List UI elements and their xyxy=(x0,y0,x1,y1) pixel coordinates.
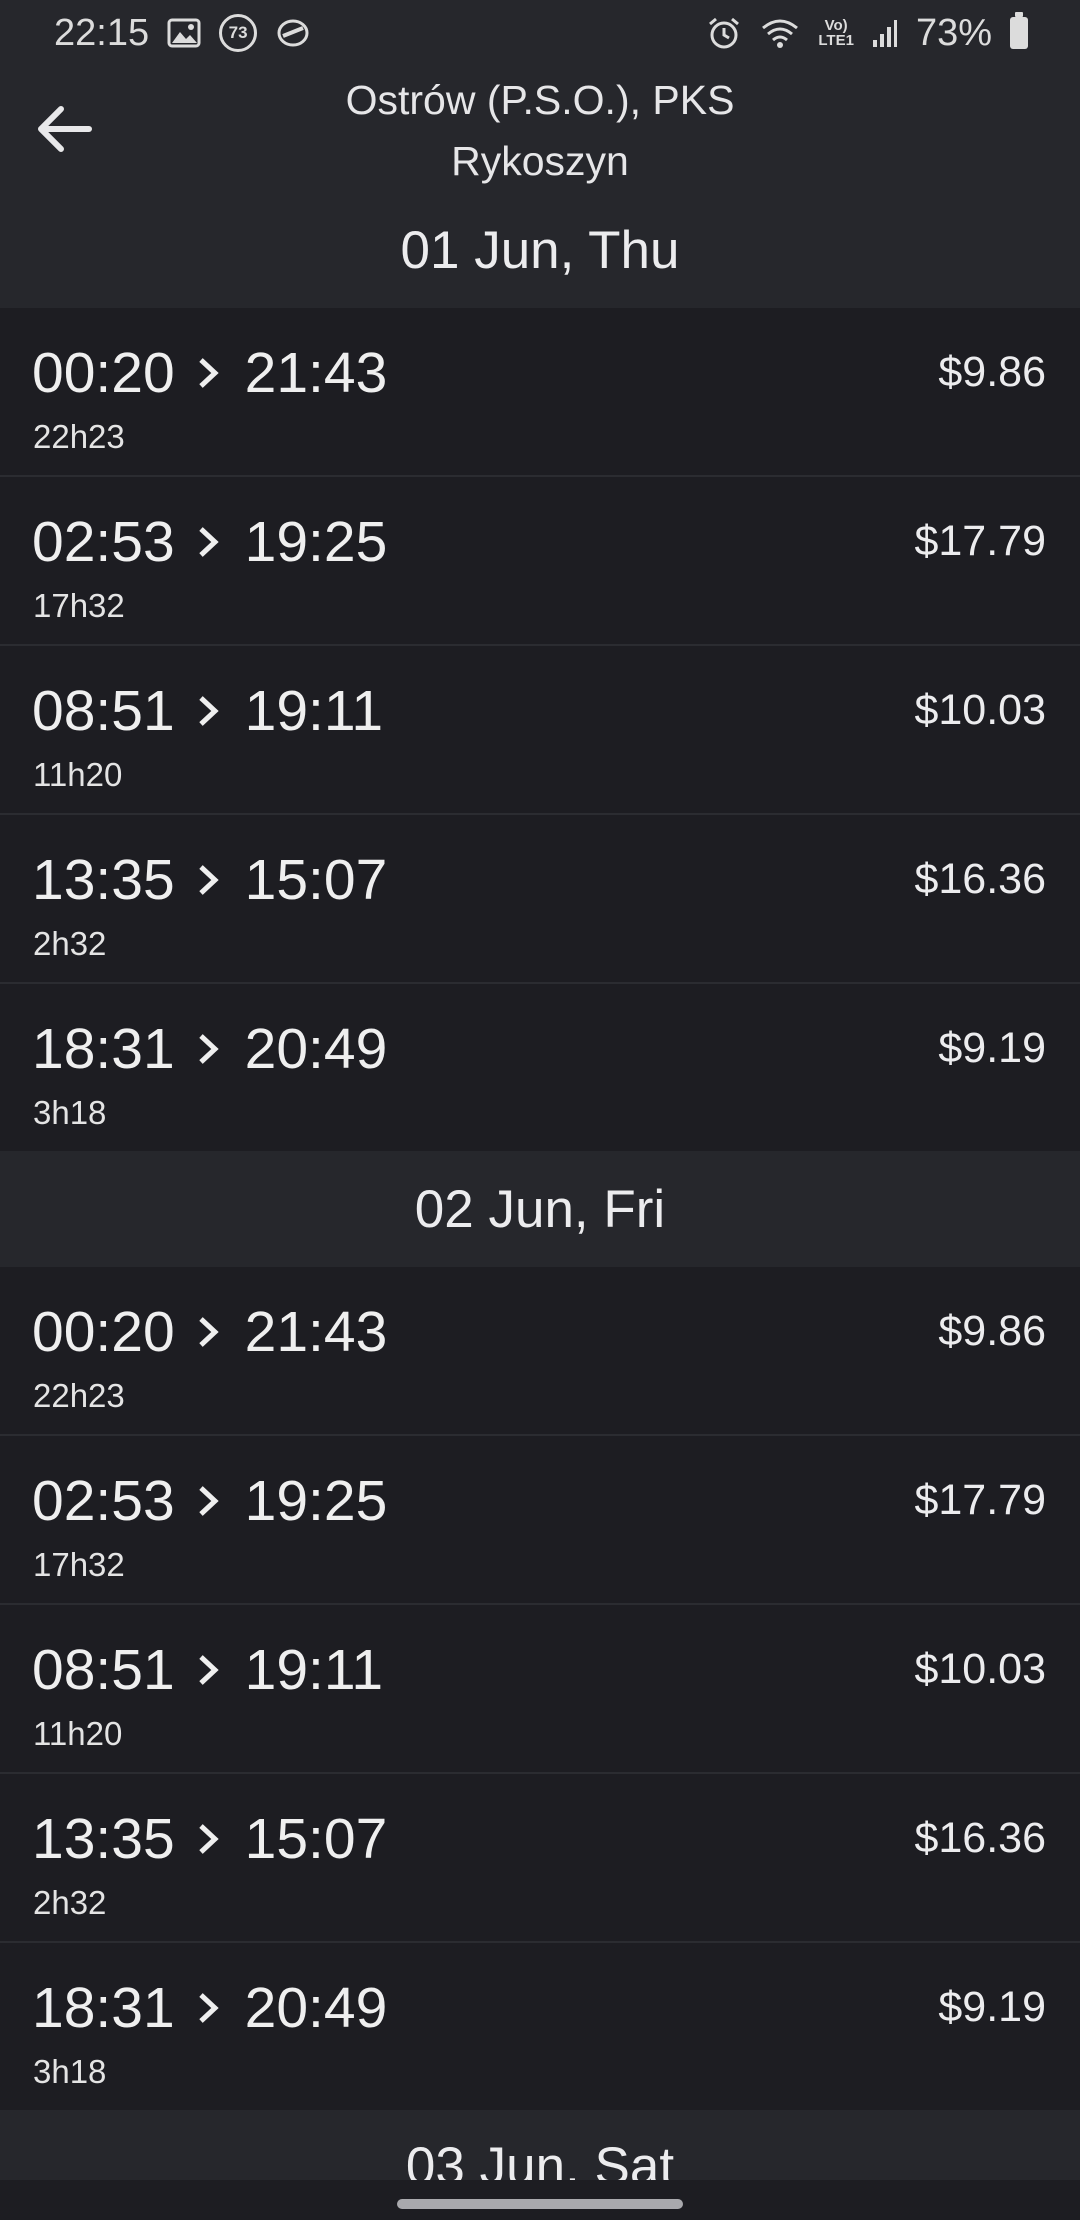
trip-duration: 22h23 xyxy=(33,418,125,455)
trip-price: $9.19 xyxy=(938,1024,1046,1072)
alarm-icon xyxy=(706,15,742,51)
sync-icon xyxy=(275,16,311,50)
trip-duration: 2h32 xyxy=(33,1884,107,1921)
trip-price: $10.03 xyxy=(914,686,1046,734)
arrival-time: 21:43 xyxy=(244,1300,388,1364)
arrival-time: 20:49 xyxy=(244,1017,388,1081)
trip-price: $17.79 xyxy=(914,517,1046,565)
trip-times: 02:53 19:25 xyxy=(32,1468,387,1534)
arrival-time: 21:43 xyxy=(244,341,388,405)
trip-price: $16.36 xyxy=(914,1814,1046,1862)
chevron-right-icon xyxy=(197,1652,221,1688)
chevron-right-icon xyxy=(197,862,221,898)
signal-icon xyxy=(872,18,898,48)
arrival-time: 19:25 xyxy=(244,510,388,574)
trip-row[interactable]: 00:20 21:43 22h23 $9.86 xyxy=(0,308,1080,477)
route-title: Ostrów (P.S.O.), PKS Rykoszyn xyxy=(200,70,880,192)
status-bar: 22:15 73 Vo) LTE1 73% xyxy=(0,0,1080,66)
chevron-right-icon xyxy=(197,1990,221,2026)
trip-row[interactable]: 13:35 15:07 2h32 $16.36 xyxy=(0,815,1080,984)
date-header: 03 Jun, Sat xyxy=(0,2110,1080,2190)
chevron-right-icon xyxy=(197,693,221,729)
trip-price: $9.86 xyxy=(938,348,1046,396)
route-title-destination: Rykoszyn xyxy=(451,138,629,184)
departure-time: 13:35 xyxy=(32,1807,175,1871)
departure-time: 00:20 xyxy=(32,1300,175,1364)
trip-row[interactable]: 18:31 20:49 3h18 $9.19 xyxy=(0,1943,1080,2110)
date-header: 01 Jun, Thu xyxy=(0,192,1080,308)
trip-price: $9.86 xyxy=(938,1307,1046,1355)
trip-times: 13:35 15:07 xyxy=(32,847,387,913)
arrival-time: 19:25 xyxy=(244,1469,388,1533)
chevron-right-icon xyxy=(197,1031,221,1067)
trip-row[interactable]: 02:53 19:25 17h32 $17.79 xyxy=(0,477,1080,646)
trip-duration: 11h20 xyxy=(33,756,123,793)
departure-time: 18:31 xyxy=(32,1976,175,2040)
home-gesture-handle[interactable] xyxy=(397,2199,683,2209)
network-type-label: Vo) LTE1 xyxy=(818,17,854,49)
trip-duration: 3h18 xyxy=(33,2053,107,2090)
trip-times: 18:31 20:49 xyxy=(32,1016,387,1082)
app-bar: Ostrów (P.S.O.), PKS Rykoszyn xyxy=(0,66,1080,192)
trip-price: $10.03 xyxy=(914,1645,1046,1693)
arrival-time: 15:07 xyxy=(244,1807,388,1871)
date-header: 02 Jun, Fri xyxy=(0,1151,1080,1267)
chevron-right-icon xyxy=(197,1483,221,1519)
departure-time: 00:20 xyxy=(32,341,175,405)
trip-price: $17.79 xyxy=(914,1476,1046,1524)
trip-row[interactable]: 13:35 15:07 2h32 $16.36 xyxy=(0,1774,1080,1943)
trip-row[interactable]: 08:51 19:11 11h20 $10.03 xyxy=(0,646,1080,815)
battery-icon xyxy=(1010,12,1028,49)
trip-row[interactable]: 18:31 20:49 3h18 $9.19 xyxy=(0,984,1080,1151)
trip-times: 08:51 19:11 xyxy=(32,678,383,744)
trip-times: 00:20 21:43 xyxy=(32,340,387,406)
arrow-left-icon xyxy=(38,106,92,152)
departure-time: 18:31 xyxy=(32,1017,175,1081)
chevron-right-icon xyxy=(197,1314,221,1350)
chevron-right-icon xyxy=(197,524,221,560)
trip-row[interactable]: 00:20 21:43 22h23 $9.86 xyxy=(0,1267,1080,1436)
arrival-time: 15:07 xyxy=(244,848,388,912)
gallery-icon xyxy=(167,18,201,48)
arrival-time: 19:11 xyxy=(244,1638,384,1702)
trip-times: 18:31 20:49 xyxy=(32,1975,387,2041)
battery-percent: 73% xyxy=(915,11,992,54)
departure-time: 02:53 xyxy=(32,1469,175,1533)
trip-duration: 17h32 xyxy=(33,587,125,624)
notification-count-badge: 73 xyxy=(219,14,258,52)
departure-time: 08:51 xyxy=(32,679,175,743)
route-title-origin: Ostrów (P.S.O.), PKS xyxy=(345,77,735,123)
trip-list[interactable]: 01 Jun, Thu 00:20 21:43 22h23 $9.86 02:5… xyxy=(0,192,1080,2190)
trip-duration: 22h23 xyxy=(33,1377,125,1414)
trip-duration: 17h32 xyxy=(33,1546,125,1583)
trip-duration: 2h32 xyxy=(33,925,107,962)
trip-times: 08:51 19:11 xyxy=(32,1637,383,1703)
arrival-time: 20:49 xyxy=(244,1976,388,2040)
trip-price: $9.19 xyxy=(938,1983,1046,2031)
wifi-icon xyxy=(760,17,800,49)
trip-duration: 3h18 xyxy=(33,1094,107,1131)
arrival-time: 19:11 xyxy=(244,679,384,743)
back-button[interactable] xyxy=(24,94,104,164)
trip-row[interactable]: 02:53 19:25 17h32 $17.79 xyxy=(0,1436,1080,1605)
chevron-right-icon xyxy=(197,1821,221,1857)
trip-times: 02:53 19:25 xyxy=(32,509,387,575)
trip-times: 13:35 15:07 xyxy=(32,1806,387,1872)
status-time: 22:15 xyxy=(54,11,150,54)
trip-row[interactable]: 08:51 19:11 11h20 $10.03 xyxy=(0,1605,1080,1774)
chevron-right-icon xyxy=(197,355,221,391)
trip-times: 00:20 21:43 xyxy=(32,1299,387,1365)
departure-time: 13:35 xyxy=(32,848,175,912)
trip-price: $16.36 xyxy=(914,855,1046,903)
trip-duration: 11h20 xyxy=(33,1715,123,1752)
departure-time: 08:51 xyxy=(32,1638,175,1702)
navigation-bar xyxy=(0,2180,1080,2220)
departure-time: 02:53 xyxy=(32,510,175,574)
